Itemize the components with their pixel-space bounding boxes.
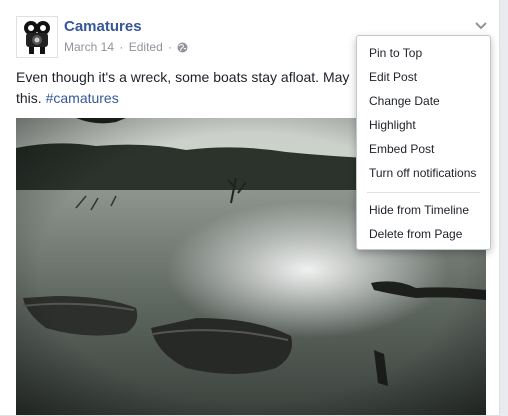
page-avatar[interactable] xyxy=(16,16,58,58)
menu-item-delete-from-page[interactable]: Delete from Page xyxy=(357,223,490,245)
menu-item-hide-from-timeline[interactable]: Hide from Timeline xyxy=(357,199,490,221)
globe-icon[interactable] xyxy=(177,42,188,56)
camera-mascot-logo xyxy=(24,21,50,54)
menu-divider xyxy=(367,192,480,193)
menu-item-highlight[interactable]: Highlight xyxy=(357,114,490,136)
meta-separator: · xyxy=(119,40,124,54)
menu-item-change-date[interactable]: Change Date xyxy=(357,90,490,112)
post-text-line-2: this. xyxy=(16,90,42,106)
meta-separator-2: · xyxy=(168,40,173,54)
post-card: Camatures March 14 · Edited · Even thoug… xyxy=(0,0,500,416)
edited-link[interactable]: Edited xyxy=(129,40,163,54)
post-options-menu: Pin to Top Edit Post Change Date Highlig… xyxy=(356,35,491,250)
menu-item-turn-off-notifications[interactable]: Turn off notifications xyxy=(357,162,490,184)
post-text-line-1: Even though it's a wreck, some boats sta… xyxy=(16,69,350,85)
menu-item-embed-post[interactable]: Embed Post xyxy=(357,138,490,160)
post-options-chevron-icon[interactable] xyxy=(474,18,488,30)
hashtag-link[interactable]: #camatures xyxy=(46,90,119,106)
post-meta: March 14 · Edited · xyxy=(64,40,188,56)
menu-item-edit-post[interactable]: Edit Post xyxy=(357,66,490,88)
menu-item-pin-to-top[interactable]: Pin to Top xyxy=(357,42,490,64)
page-name-link[interactable]: Camatures xyxy=(64,18,142,35)
post-date-link[interactable]: March 14 xyxy=(64,40,114,54)
